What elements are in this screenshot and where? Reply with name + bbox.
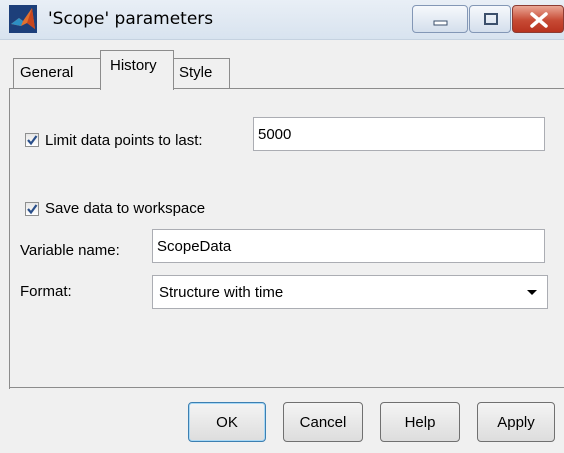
limit-data-points-input[interactable] <box>253 117 545 151</box>
close-button[interactable] <box>512 5 564 33</box>
maximize-button[interactable] <box>469 5 511 33</box>
maximize-icon <box>484 13 498 25</box>
help-button[interactable]: Help <box>380 402 460 442</box>
cancel-button[interactable]: Cancel <box>283 402 363 442</box>
check-mark-icon <box>27 135 38 146</box>
format-select[interactable]: Structure with time <box>152 275 548 309</box>
dropdown-arrow-icon[interactable] <box>517 276 547 308</box>
minimize-button[interactable] <box>412 5 468 33</box>
format-label: Format: <box>20 283 72 300</box>
minimize-icon <box>433 20 448 26</box>
limit-data-points-label: Limit data points to last: <box>45 132 203 149</box>
format-selected-value: Structure with time <box>159 284 284 301</box>
save-data-to-workspace-label: Save data to workspace <box>45 200 206 217</box>
tab-style[interactable]: Style <box>172 58 230 88</box>
tab-history[interactable]: History <box>100 50 174 92</box>
matlab-logo-icon <box>9 5 37 33</box>
title-bar[interactable]: 'Scope' parameters <box>0 0 564 40</box>
scope-parameters-dialog: 'Scope' parameters General History Style… <box>0 0 564 453</box>
save-data-to-workspace-checkbox[interactable] <box>25 202 39 216</box>
variable-name-input[interactable] <box>152 229 545 263</box>
apply-button[interactable]: Apply <box>477 402 555 442</box>
window-title: 'Scope' parameters <box>48 9 214 29</box>
ok-button[interactable]: OK <box>188 402 266 442</box>
tab-general[interactable]: General <box>13 58 102 88</box>
panel-divider <box>9 387 564 388</box>
limit-data-points-checkbox[interactable] <box>25 133 39 147</box>
close-icon <box>530 12 548 28</box>
variable-name-label: Variable name: <box>20 242 120 259</box>
check-mark-icon <box>27 204 38 215</box>
